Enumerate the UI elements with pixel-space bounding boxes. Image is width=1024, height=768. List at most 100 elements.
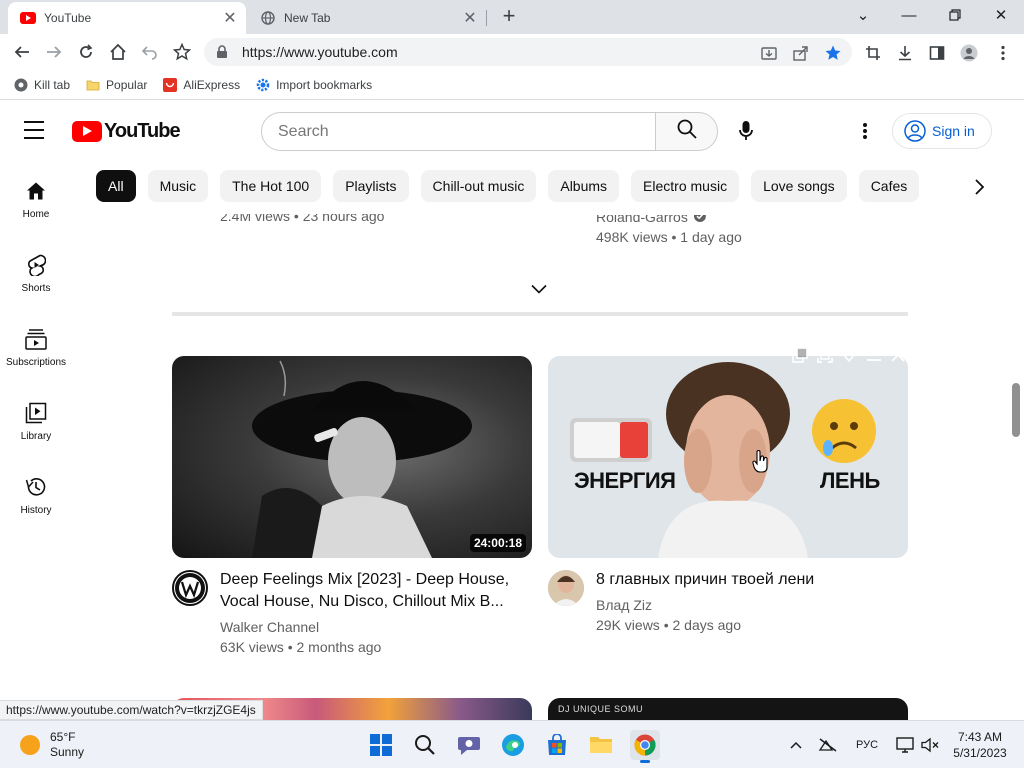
close-icon[interactable] (888, 345, 908, 365)
chip-chill-out-music[interactable]: Chill-out music (420, 170, 537, 202)
video-thumbnail[interactable]: 24:00:18 (172, 356, 532, 558)
download-icon[interactable] (896, 44, 914, 62)
side-panel-icon[interactable] (928, 44, 946, 62)
guide-item-home[interactable]: Home (0, 179, 72, 220)
share-icon[interactable] (792, 44, 810, 62)
minimize-button[interactable]: — (886, 0, 932, 30)
install-app-icon[interactable] (760, 44, 778, 62)
volume-muted-icon[interactable] (921, 735, 939, 755)
voice-search-mic-icon[interactable] (734, 119, 758, 143)
star-outline-icon[interactable] (170, 40, 194, 64)
lock-icon[interactable] (214, 44, 230, 60)
video-thumbnail[interactable]: ЭНЕРГИЯ ЛЕНЬ (548, 356, 908, 558)
chip-love-songs[interactable]: Love songs (751, 170, 847, 202)
windows-taskbar: 65°F Sunny РУС 7:43 AM 5/31/2023 (0, 720, 1024, 768)
undo-icon[interactable] (138, 40, 162, 64)
close-tab-icon[interactable]: ✕ (460, 8, 480, 28)
guide-item-history[interactable]: History (0, 475, 72, 516)
guide-label: History (20, 505, 52, 516)
history-icon (24, 475, 48, 499)
search-input[interactable]: Search (261, 112, 656, 151)
close-window-button[interactable]: ✕ (978, 0, 1024, 30)
chips-next-chevron-icon[interactable] (966, 174, 992, 200)
channel-avatar[interactable] (172, 570, 208, 606)
tray-overflow-chevron-icon[interactable] (790, 735, 802, 755)
new-tab-button[interactable]: + (497, 5, 521, 29)
search-button[interactable] (655, 112, 718, 151)
page-scrollbar-thumb[interactable] (1012, 383, 1020, 437)
guide-item-library[interactable]: Library (0, 401, 72, 442)
chip-albums[interactable]: Albums (548, 170, 620, 202)
youtube-logo[interactable]: YouTube (72, 120, 181, 142)
gear-icon (256, 78, 270, 92)
miniplayer-icon[interactable] (790, 345, 810, 365)
bookmark-import[interactable]: Import bookmarks (256, 78, 372, 92)
weather-widget[interactable]: 65°F Sunny (20, 730, 84, 760)
hamburger-menu-icon[interactable] (24, 121, 44, 139)
restore-button[interactable] (932, 0, 978, 30)
sign-in-button[interactable]: Sign in (892, 113, 992, 149)
tab-youtube[interactable]: YouTube ✕ (8, 2, 246, 34)
video-thumbnail-partial[interactable]: DJ UNIQUE SOMU (548, 698, 908, 720)
section-divider (172, 312, 908, 316)
chrome-menu-icon[interactable] (994, 44, 1012, 62)
bookmark-kill-tab[interactable]: Kill tab (14, 78, 70, 92)
chip-cafes[interactable]: Cafes (858, 170, 920, 202)
windows-start-icon[interactable] (366, 730, 396, 760)
home-icon[interactable] (106, 40, 130, 64)
bookmark-popular[interactable]: Popular (86, 78, 147, 92)
channel-name[interactable]: Влад Ziz (596, 597, 652, 613)
fullscreen-icon[interactable] (815, 345, 835, 365)
chip-playlists[interactable]: Playlists (333, 170, 409, 202)
close-tab-icon[interactable]: ✕ (220, 8, 240, 28)
tab-search-icon[interactable]: ⌄ (840, 0, 886, 30)
reload-icon[interactable] (74, 40, 98, 64)
taskbar-search-icon[interactable] (410, 730, 440, 760)
settings-kebab-icon[interactable] (853, 119, 877, 143)
chip-all[interactable]: All (96, 170, 136, 202)
edge-browser-icon[interactable] (498, 730, 528, 760)
profile-avatar-icon[interactable] (960, 44, 978, 62)
chip-music[interactable]: Music (147, 170, 209, 202)
thumbnail-text-right: ЛЕНЬ (820, 468, 880, 493)
bookmark-star-filled-icon[interactable] (824, 44, 842, 62)
chip-electro-music[interactable]: Electro music (631, 170, 740, 202)
video-title[interactable]: Deep Feelings Mix [2023] - Deep House, V… (220, 569, 520, 613)
network-offline-icon[interactable] (818, 735, 838, 755)
file-explorer-icon[interactable] (586, 730, 616, 760)
youtube-header: YouTube Search Sign in (0, 101, 1024, 159)
back-icon[interactable] (10, 40, 34, 64)
tab-title: YouTube (44, 11, 92, 25)
active-app-indicator (640, 760, 650, 763)
menu-lines-icon[interactable] (864, 345, 884, 365)
bookmarks-bar: Kill tab Popular AliExpress Import bookm… (0, 70, 1024, 100)
guide-item-shorts[interactable]: Shorts (0, 253, 72, 294)
link-status-bubble: https://www.youtube.com/watch?v=tkrzjZGE… (0, 700, 263, 720)
forward-icon[interactable] (42, 40, 66, 64)
download-icon[interactable] (839, 345, 859, 365)
partial-channel-right[interactable]: Roland-Garros (596, 215, 706, 225)
home-icon (24, 179, 48, 203)
system-clock[interactable]: 7:43 AM 5/31/2023 (944, 729, 1016, 761)
channel-avatar[interactable] (548, 570, 584, 606)
microsoft-store-icon[interactable] (542, 730, 572, 760)
tab-new-tab[interactable]: New Tab ✕ (248, 2, 486, 34)
chip-the-hot-100[interactable]: The Hot 100 (220, 170, 322, 202)
teams-chat-icon[interactable] (454, 730, 484, 760)
guide-item-subscriptions[interactable]: Subscriptions (0, 327, 72, 368)
channel-name[interactable]: Walker Channel (220, 619, 319, 635)
address-bar[interactable]: https://www.youtube.com (204, 38, 852, 66)
filter-chips-bar: All Music The Hot 100 Playlists Chill-ou… (96, 170, 931, 203)
guide-label: Library (20, 431, 52, 442)
language-indicator[interactable]: РУС (856, 735, 878, 755)
bookmark-label: Import bookmarks (276, 77, 373, 92)
youtube-favicon-icon (20, 10, 36, 26)
video-title[interactable]: 8 главных причин твоей лени (596, 569, 896, 591)
show-more-chevron-icon[interactable] (528, 281, 550, 297)
account-circle-icon (904, 120, 926, 142)
chrome-taskbar-icon[interactable] (630, 730, 660, 763)
thumbnail-image (252, 360, 472, 558)
bookmark-aliexpress[interactable]: AliExpress (163, 77, 240, 92)
monitor-icon[interactable] (896, 735, 914, 755)
crop-icon[interactable] (864, 44, 882, 62)
